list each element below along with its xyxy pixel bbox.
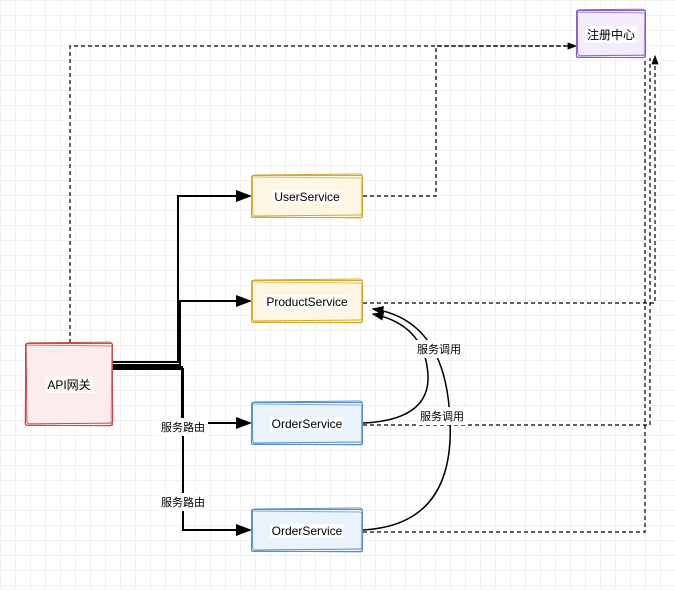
node-order-service-2: OrderService [251, 509, 363, 552]
node-api-gateway: API网关 [25, 343, 113, 426]
order-service-1-label: OrderService [270, 417, 345, 431]
product-service-label: ProductService [264, 295, 349, 309]
user-service-label: UserService [272, 190, 341, 204]
edge-label-route-2: 服务路由 [158, 493, 208, 511]
edge-label-call-1: 服务调用 [414, 340, 464, 358]
order-service-2-label: OrderService [270, 524, 345, 538]
api-gateway-label: API网关 [45, 376, 92, 393]
node-registry: 注册中心 [576, 10, 646, 58]
edge-label-route-1: 服务路由 [158, 418, 208, 436]
edge-label-call-2: 服务调用 [417, 407, 467, 425]
registry-label: 注册中心 [585, 26, 637, 43]
node-user-service: UserService [251, 175, 363, 218]
node-order-service-1: OrderService [251, 402, 363, 445]
node-product-service: ProductService [251, 280, 363, 323]
